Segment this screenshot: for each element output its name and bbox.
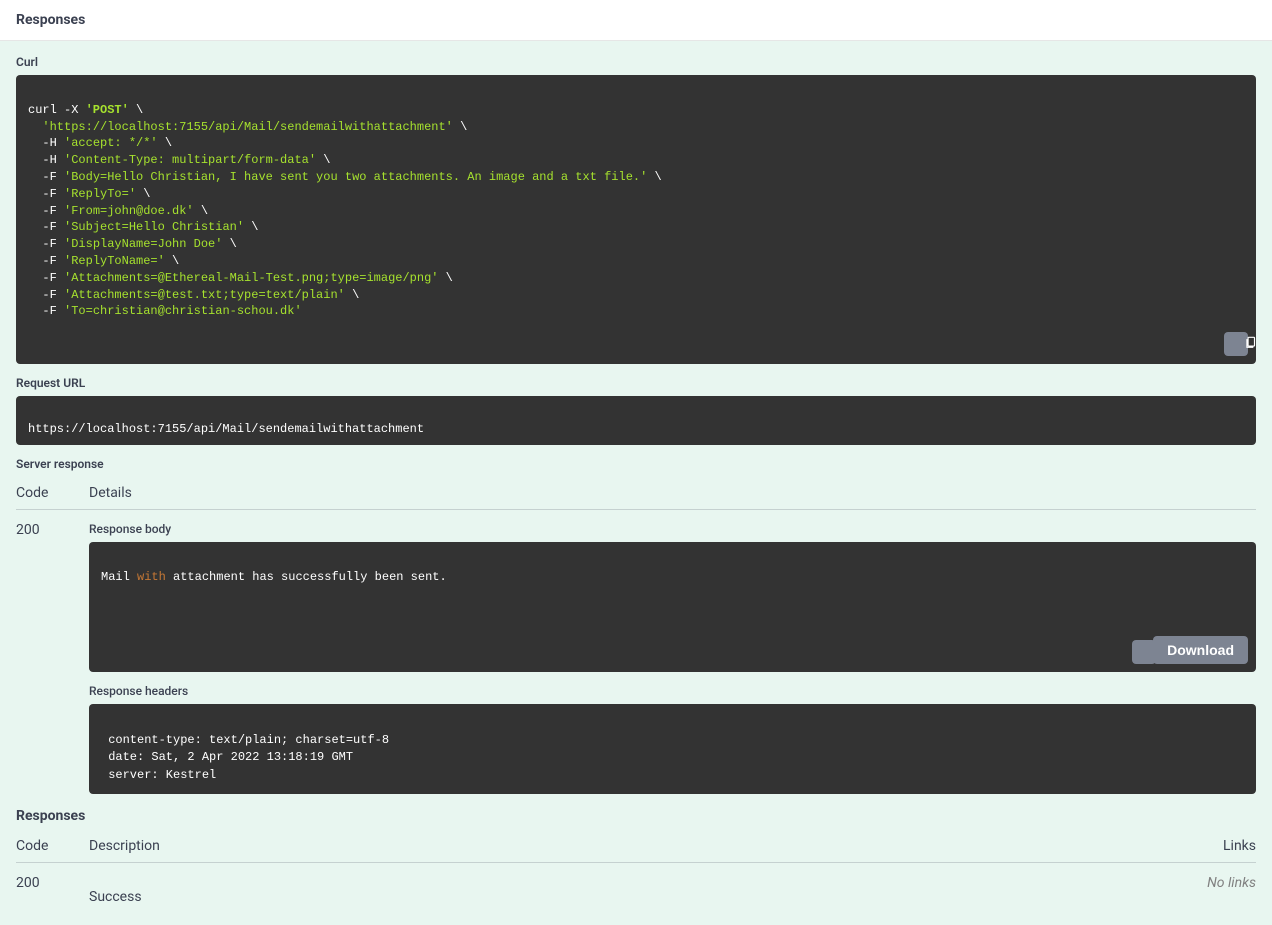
server-response-table-head: Code Details — [16, 477, 1256, 510]
responses-section-title: Responses — [16, 808, 1256, 824]
clipboard-icon — [1214, 320, 1256, 364]
server-response-row: 200 Response body Mail with attachment h… — [16, 510, 1256, 794]
response-body-text: Mail with attachment has successfully be… — [101, 570, 447, 584]
server-response-label: Server response — [16, 457, 1256, 471]
responses-panel: Curl curl -X 'POST' \ 'https://localhost… — [0, 41, 1272, 925]
request-url-block: https://localhost:7155/api/Mail/sendemai… — [16, 396, 1256, 446]
response-headers-block: content-type: text/plain; charset=utf-8 … — [89, 704, 1256, 794]
responses-table-head: Code Description Links — [16, 830, 1256, 863]
column-description-header: Description — [89, 838, 1223, 854]
responses-row-description: Success — [89, 875, 1207, 905]
copy-curl-button[interactable] — [1224, 332, 1248, 356]
request-url-value: https://localhost:7155/api/Mail/sendemai… — [28, 422, 424, 436]
column-details-header: Details — [89, 485, 1256, 501]
response-body-label: Response body — [89, 522, 1256, 536]
download-button[interactable]: Download — [1153, 636, 1248, 664]
status-code: 200 — [16, 522, 89, 794]
responses-header: Responses — [0, 0, 1272, 41]
response-body-block: Mail with attachment has successfully be… — [89, 542, 1256, 672]
curl-command: curl -X 'POST' \ 'https://localhost:7155… — [28, 103, 662, 319]
column-code-header-2: Code — [16, 838, 89, 854]
request-url-label: Request URL — [16, 376, 1256, 390]
responses-row: 200 Success No links — [16, 863, 1256, 905]
responses-row-code: 200 — [16, 875, 89, 905]
response-headers-label: Response headers — [89, 684, 1256, 698]
curl-label: Curl — [16, 55, 1256, 69]
response-headers-text: content-type: text/plain; charset=utf-8 … — [101, 733, 396, 782]
responses-row-links: No links — [1207, 875, 1256, 905]
responses-title: Responses — [16, 12, 1256, 28]
column-code-header: Code — [16, 485, 89, 501]
curl-code-block: curl -X 'POST' \ 'https://localhost:7155… — [16, 75, 1256, 364]
column-links-header: Links — [1223, 838, 1256, 854]
